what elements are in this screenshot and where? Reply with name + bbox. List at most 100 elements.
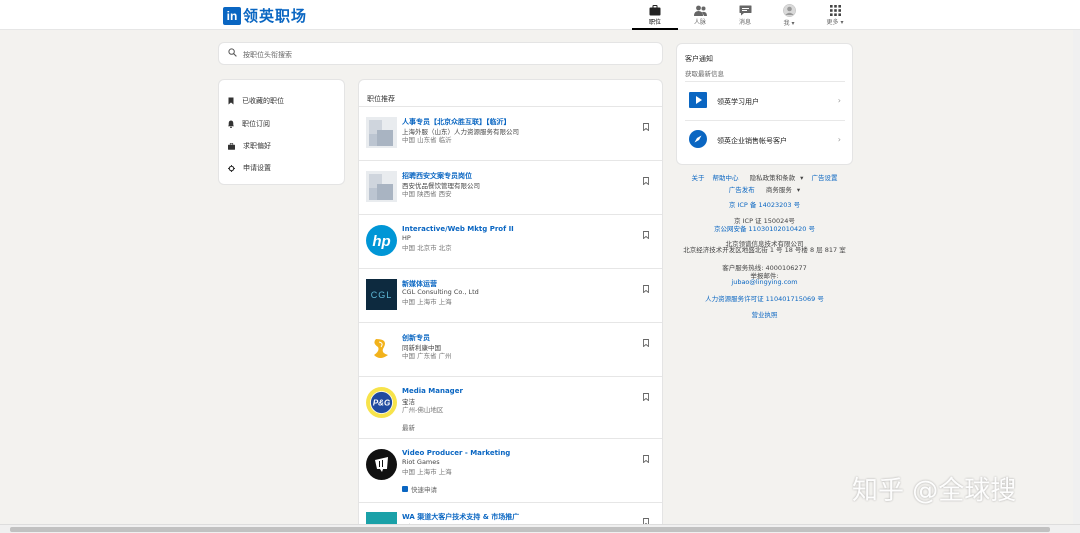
horizontal-scrollbar[interactable]	[0, 524, 1080, 533]
gear-icon	[228, 164, 235, 172]
footer-links-row1: 关于 帮助中心 隐私政策和条款 ▾ 广告设置	[676, 172, 853, 182]
notice-item-label: 领英学习用户	[717, 98, 759, 106]
job-location: 中国 上海市 上海	[402, 298, 452, 306]
linkedin-small-icon	[402, 486, 408, 492]
menu-application-settings[interactable]: 申请设置	[228, 163, 271, 173]
save-job-icon[interactable]	[643, 339, 649, 347]
job-card[interactable]: Video Producer - Marketing Riot Games 中国…	[359, 438, 662, 502]
save-job-icon[interactable]	[643, 285, 649, 293]
bell-icon	[228, 120, 234, 128]
avatar-icon	[782, 3, 796, 17]
bookmark-icon	[228, 97, 234, 105]
menu-label: 申请设置	[243, 164, 271, 172]
people-icon	[693, 5, 707, 16]
job-location: 中国 北京市 北京	[402, 244, 452, 252]
search-icon	[228, 48, 237, 57]
company-logo-placeholder	[366, 117, 397, 148]
job-title[interactable]: Video Producer - Marketing	[402, 449, 510, 457]
job-card[interactable]: 招聘西安文案专员岗位 西安优品餐饮管理有限公司 中国 陕西省 西安	[359, 160, 662, 214]
nav-label: 人脉	[693, 18, 706, 26]
notice-subtitle: 获取最新信息	[685, 70, 724, 78]
job-location: 中国 山东省 临沂	[402, 136, 452, 144]
menu-label: 已收藏的职位	[242, 97, 284, 105]
footer-icp[interactable]: 京 ICP 备 14023203 号	[676, 199, 853, 209]
svg-text:CGL: CGL	[371, 290, 393, 300]
briefcase-icon	[649, 4, 661, 15]
footer-link-about[interactable]: 关于	[691, 174, 704, 182]
footer-police-record[interactable]: 京公网安备 11030102010420 号	[676, 223, 853, 233]
feed-title: 职位推荐	[367, 95, 395, 103]
menu-label: 职位订阅	[242, 120, 270, 128]
svg-text:P&G: P&G	[373, 399, 390, 408]
job-company: HP	[402, 234, 411, 242]
save-job-icon[interactable]	[643, 393, 649, 401]
footer-address: 北京经济技术开发区地盛北街 1 号 18 号楼 8 层 817 室	[683, 246, 846, 254]
svg-text:hp: hp	[372, 233, 390, 250]
menu-job-alerts[interactable]: 职位订阅	[228, 119, 270, 129]
nav-messages[interactable]: 消息	[731, 0, 759, 30]
footer-business-license[interactable]: 营业执照	[676, 309, 853, 319]
nav-label: 我 ▾	[783, 19, 795, 27]
notice-item-learning[interactable]: 领英学习用户 ›	[685, 81, 845, 119]
footer-link-privacy[interactable]: 隐私政策和条款 ▾	[747, 174, 804, 182]
job-card[interactable]: P&G Media Manager 宝洁 广州-佛山地区 最新	[359, 376, 662, 438]
job-location: 中国 上海市 上海	[402, 468, 452, 476]
jobs-side-menu: 已收藏的职位 职位订阅 求职偏好 申请设置	[218, 79, 345, 185]
job-location: 中国 陕西省 西安	[402, 190, 452, 198]
job-title[interactable]: Media Manager	[402, 387, 463, 395]
recommended-jobs-feed: 职位推荐 人事专员【北京众胜互联】【临沂】 上海外服（山东）人力资源服务有限公司…	[358, 79, 663, 533]
footer-link-ad-settings[interactable]: 广告设置	[812, 174, 838, 182]
chevron-right-icon: ›	[837, 96, 841, 105]
nav-jobs[interactable]: 职位	[632, 0, 678, 30]
compass-icon	[689, 130, 707, 148]
notice-title: 客户通知	[685, 55, 713, 63]
footer-links-row2: 广告发布 商务服务 ▾	[676, 184, 853, 194]
job-new-badge: 最新	[402, 424, 415, 432]
nav-label: 职位	[648, 18, 661, 26]
job-card[interactable]: 创新专员 同新利康中国 中国 广东省 广州	[359, 322, 662, 376]
nav-more[interactable]: 更多 ▾	[818, 0, 852, 30]
hp-logo: hp	[366, 225, 397, 256]
riot-games-logo	[366, 449, 397, 480]
job-card[interactable]: CGL 新媒体运营 CGL Consulting Co., Ltd 中国 上海市…	[359, 268, 662, 322]
brand-name: 领英职场	[243, 7, 308, 25]
search-placeholder: 按职位头衔搜索	[243, 51, 292, 59]
grid-icon	[829, 4, 841, 16]
job-card[interactable]: 人事专员【北京众胜互联】【临沂】 上海外服（山东）人力资源服务有限公司 中国 山…	[359, 106, 662, 160]
nav-label: 更多 ▾	[826, 18, 844, 26]
menu-career-interests[interactable]: 求职偏好	[228, 141, 271, 151]
job-card[interactable]: hp Interactive/Web Mktg Prof II HP 中国 北京…	[359, 214, 662, 268]
easy-apply: 快速申请	[402, 484, 437, 494]
save-job-icon[interactable]	[643, 455, 649, 463]
job-location: 广州-佛山地区	[402, 406, 444, 414]
save-job-icon[interactable]	[643, 123, 649, 131]
nav-label: 消息	[738, 18, 751, 26]
notice-item-label: 领英企业销售帐号客户	[717, 137, 787, 145]
save-job-icon[interactable]	[643, 177, 649, 185]
easy-apply-label: 快速申请	[411, 486, 437, 494]
notice-item-sales[interactable]: 领英企业销售帐号客户 ›	[685, 120, 845, 158]
nav-me[interactable]: 我 ▾	[774, 0, 804, 30]
footer-hr-license[interactable]: 人力资源服务许可证 110401715069 号	[676, 293, 853, 303]
vertical-scrollbar[interactable]	[1073, 30, 1080, 524]
menu-saved-jobs[interactable]: 已收藏的职位	[228, 96, 284, 106]
job-company: CGL Consulting Co., Ltd	[402, 288, 479, 296]
save-job-icon[interactable]	[643, 231, 649, 239]
job-title[interactable]: Interactive/Web Mktg Prof II	[402, 225, 514, 233]
customer-notice-card: 客户通知 获取最新信息 领英学习用户 › 领英企业销售帐号客户 ›	[676, 43, 853, 165]
footer-link-business[interactable]: 商务服务 ▾	[763, 186, 800, 194]
linkedin-logo[interactable]: in 领英职场	[223, 5, 307, 26]
job-company: Riot Games	[402, 458, 440, 466]
play-icon	[689, 92, 707, 108]
footer-link-advertise[interactable]: 广告发布	[729, 186, 755, 194]
scrollbar-thumb[interactable]	[10, 527, 1050, 532]
briefcase-icon	[228, 142, 235, 150]
watermark: 知乎 @全球搜	[852, 476, 1017, 506]
cgl-logo: CGL	[366, 279, 397, 310]
footer-email[interactable]: jubao@lingying.com	[676, 278, 853, 286]
logo-mark: in	[223, 6, 241, 25]
nav-network[interactable]: 人脉	[686, 0, 714, 30]
job-search-box[interactable]: 按职位头衔搜索	[218, 42, 663, 65]
company-logo-placeholder	[366, 171, 397, 202]
footer-link-help[interactable]: 帮助中心	[713, 174, 739, 182]
